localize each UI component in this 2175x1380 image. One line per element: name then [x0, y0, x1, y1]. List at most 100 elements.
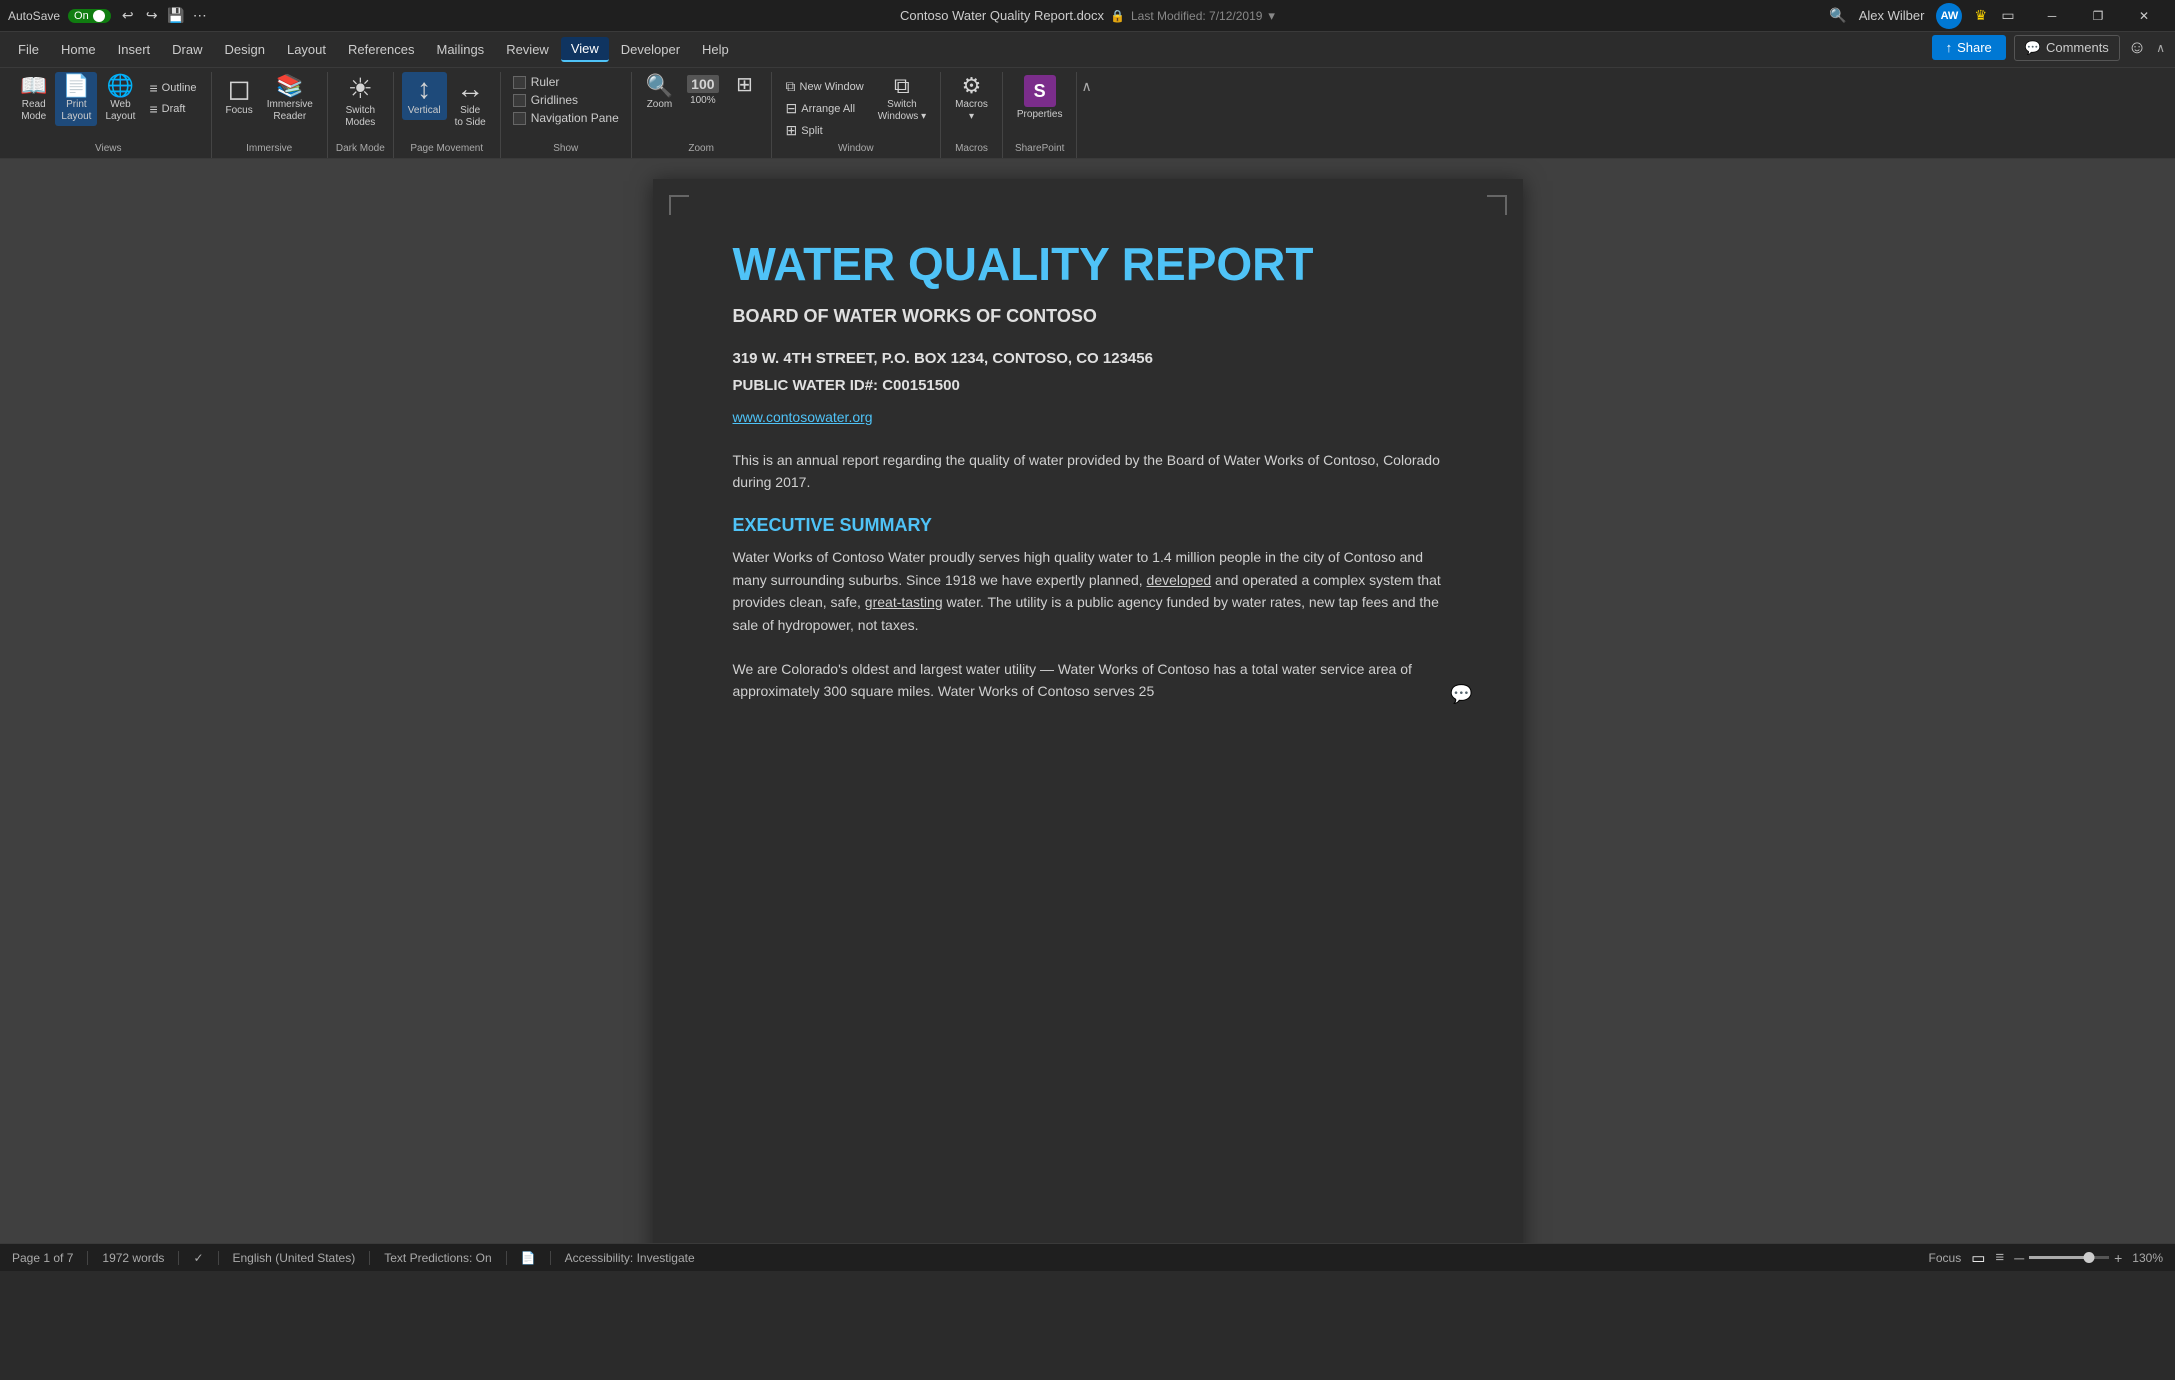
zoom-100-button[interactable]: 100 100%: [681, 72, 724, 110]
read-view-icon[interactable]: ≡: [1995, 1249, 2004, 1266]
menu-help[interactable]: Help: [692, 38, 739, 61]
menu-file[interactable]: File: [8, 38, 49, 61]
spellcheck-icon: ✓: [193, 1251, 203, 1265]
menu-mailings[interactable]: Mailings: [427, 38, 495, 61]
menu-insert[interactable]: Insert: [108, 38, 161, 61]
arrange-all-label: Arrange All: [801, 103, 855, 115]
arrange-all-button[interactable]: ⊟ Arrange All: [780, 98, 870, 119]
print-view-icon[interactable]: ▭: [1971, 1249, 1985, 1267]
status-divider-5: [506, 1251, 507, 1265]
ribbon-display-icon[interactable]: ▭: [1999, 7, 2017, 25]
zoom-minus[interactable]: ─: [2014, 1250, 2024, 1266]
share-button[interactable]: ↑ Share: [1932, 35, 2006, 60]
zoom-track[interactable]: [2029, 1256, 2109, 1259]
status-divider-1: [87, 1251, 88, 1265]
redo-icon[interactable]: ↪: [143, 7, 161, 25]
save-icon[interactable]: 💾: [167, 7, 185, 25]
menu-layout[interactable]: Layout: [277, 38, 336, 61]
comments-label: Comments: [2046, 40, 2109, 55]
window-items: ⧉ New Window ⊟ Arrange All ⊞ Split ⧉ Swi…: [780, 72, 933, 141]
window-small-group: ⧉ New Window ⊟ Arrange All ⊞ Split: [780, 72, 870, 141]
menu-draw[interactable]: Draw: [162, 38, 212, 61]
developed-underline: developed: [1147, 572, 1212, 588]
undo-icon[interactable]: ↩: [119, 7, 137, 25]
focus-button[interactable]: ◻ Focus: [220, 72, 259, 120]
zoom-page-icon: ⊞: [736, 75, 753, 95]
menu-view[interactable]: View: [561, 37, 609, 62]
more-icon[interactable]: ⋯: [191, 7, 209, 25]
split-button[interactable]: ⊞ Split: [780, 120, 870, 141]
search-icon[interactable]: 🔍: [1829, 7, 1847, 25]
zoom-page-button[interactable]: ⊞: [727, 72, 763, 100]
show-group-label: Show: [553, 143, 578, 154]
outline-icon: ≡: [149, 80, 157, 96]
immersive-reader-icon: 📚: [276, 75, 303, 97]
title-bar-left: AutoSave On ↩ ↪ 💾 ⋯: [8, 7, 209, 25]
collapse-ribbon-icon[interactable]: ∧: [2154, 39, 2167, 57]
properties-button[interactable]: S Properties: [1011, 72, 1069, 124]
ribbon-group-sharepoint: S Properties SharePoint: [1003, 72, 1078, 158]
restore-button[interactable]: ❐: [2075, 0, 2121, 32]
immersive-reader-button[interactable]: 📚 ImmersiveReader: [261, 72, 319, 126]
print-layout-button[interactable]: 📄 PrintLayout: [55, 72, 97, 126]
side-to-side-button[interactable]: ↔ Sideto Side: [449, 72, 492, 132]
title-bar: AutoSave On ↩ ↪ 💾 ⋯ Contoso Water Qualit…: [0, 0, 2175, 32]
new-window-button[interactable]: ⧉ New Window: [780, 76, 870, 97]
web-layout-icon: 🌐: [107, 75, 134, 97]
focus-icon: ◻: [227, 75, 250, 103]
focus-button[interactable]: Focus: [1929, 1251, 1962, 1265]
zoom-button[interactable]: 🔍 Zoom: [640, 72, 679, 114]
zoom-plus[interactable]: +: [2114, 1250, 2122, 1266]
ribbon-group-show: Ruler Gridlines Navigation Pane Show: [501, 72, 632, 158]
ruler-checkbox[interactable]: Ruler: [509, 74, 623, 90]
switch-modes-button[interactable]: ☀ SwitchModes: [339, 72, 381, 132]
macros-button[interactable]: ⚙ Macros▾: [949, 72, 994, 126]
document-address: 319 W. 4TH STREET, P.O. BOX 1234, CONTOS…: [733, 345, 1443, 399]
close-button[interactable]: ✕: [2121, 0, 2167, 32]
immersive-group-label: Immersive: [246, 143, 292, 154]
read-mode-icon: 📖: [20, 75, 47, 97]
ribbon-collapse[interactable]: ∧: [1081, 72, 1091, 158]
outline-label: Outline: [162, 82, 197, 94]
zoom-label: Zoom: [647, 99, 673, 111]
menu-home[interactable]: Home: [51, 38, 106, 61]
toggle-circle: [93, 10, 105, 22]
executive-summary-body1: Water Works of Contoso Water proudly ser…: [733, 546, 1443, 636]
switch-windows-button[interactable]: ⧉ SwitchWindows ▾: [872, 72, 932, 126]
vertical-button[interactable]: ↕ Vertical: [402, 72, 447, 120]
accessibility: Accessibility: Investigate: [565, 1251, 695, 1265]
macros-label: Macros▾: [955, 99, 988, 123]
page-corner-tr: [1487, 195, 1507, 215]
outline-button[interactable]: ≡ Outline: [143, 78, 202, 98]
navigation-pane-checkbox[interactable]: Navigation Pane: [509, 110, 623, 126]
document-title: WATER QUALITY REPORT: [733, 239, 1443, 290]
show-items: Ruler Gridlines Navigation Pane: [509, 72, 623, 141]
address-line1: 319 W. 4TH STREET, P.O. BOX 1234, CONTOS…: [733, 345, 1443, 372]
draft-button[interactable]: ≡ Draft: [143, 99, 202, 119]
user-avatar[interactable]: AW: [1936, 3, 1962, 29]
ribbon-group-views: 📖 ReadMode 📄 PrintLayout 🌐 WebLayout ≡ O…: [6, 72, 212, 158]
autosave-toggle[interactable]: On: [68, 9, 111, 23]
menu-references[interactable]: References: [338, 38, 424, 61]
web-layout-button[interactable]: 🌐 WebLayout: [99, 72, 141, 126]
window-controls: ─ ❐ ✕: [2029, 0, 2167, 32]
last-modified: Last Modified: 7/12/2019: [1131, 9, 1262, 23]
menu-developer[interactable]: Developer: [611, 38, 690, 61]
menu-review[interactable]: Review: [496, 38, 559, 61]
comments-button[interactable]: 💬 Comments: [2014, 35, 2120, 61]
navigation-pane-checkbox-box: [513, 112, 526, 125]
print-layout-icon: 📄: [63, 75, 90, 97]
zoom-level: 130%: [2132, 1251, 2163, 1265]
last-modified-icon: ▾: [1268, 8, 1275, 24]
status-divider-4: [369, 1251, 370, 1265]
feedback-icon[interactable]: ☺: [2128, 37, 2146, 58]
navigation-pane-label: Navigation Pane: [531, 111, 619, 125]
document-website[interactable]: www.contosowater.org: [733, 409, 1443, 425]
document-area: WATER QUALITY REPORT BOARD OF WATER WORK…: [0, 159, 2175, 1243]
minimize-button[interactable]: ─: [2029, 0, 2075, 32]
split-icon: ⊞: [786, 122, 798, 139]
new-window-icon: ⧉: [786, 78, 796, 95]
read-mode-button[interactable]: 📖 ReadMode: [14, 72, 53, 126]
menu-design[interactable]: Design: [215, 38, 275, 61]
gridlines-checkbox[interactable]: Gridlines: [509, 92, 623, 108]
